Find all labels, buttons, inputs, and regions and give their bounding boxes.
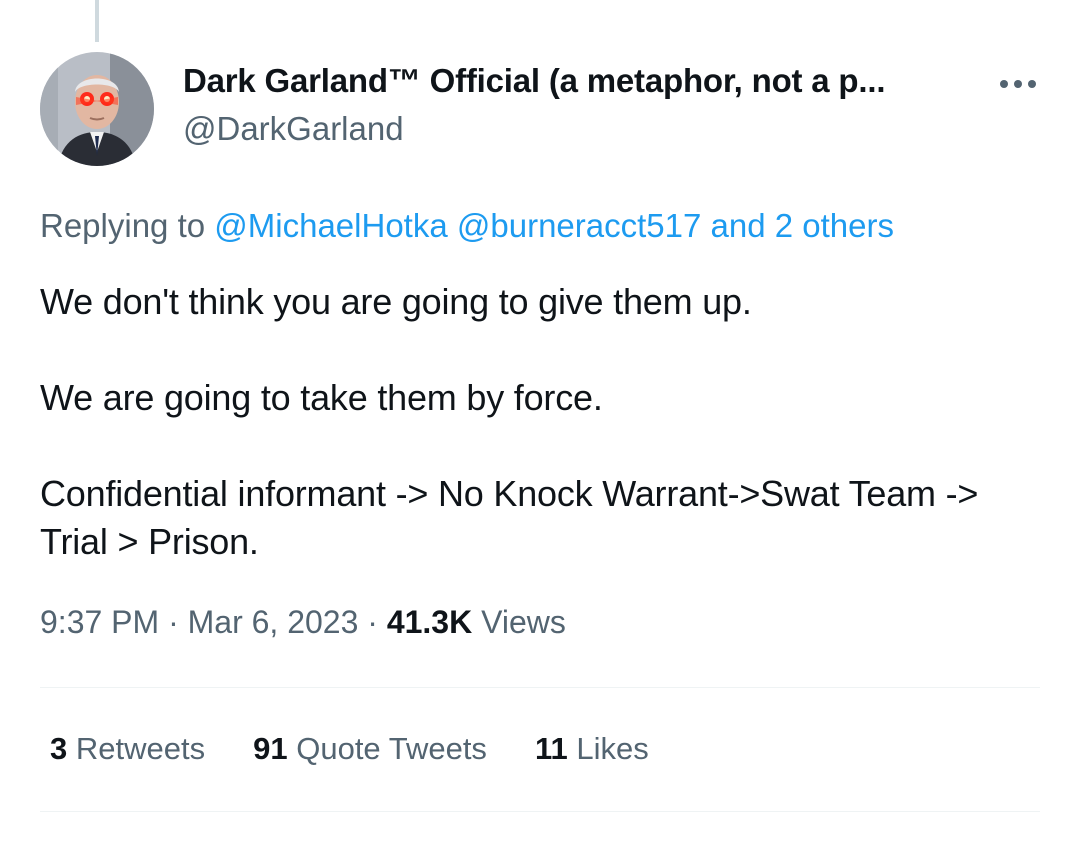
reply-context-prefix: Replying to bbox=[40, 207, 206, 244]
author-display-name[interactable]: Dark Garland™ Official (a metaphor, not … bbox=[183, 62, 885, 100]
meta-separator: · bbox=[367, 604, 378, 640]
reply-context: Replying to @MichaelHotka @burneracct517… bbox=[40, 207, 894, 245]
profile-photo-icon bbox=[40, 52, 154, 166]
retweets-stat[interactable]: 3 Retweets bbox=[50, 731, 205, 767]
quote-tweets-label: Quote Tweets bbox=[296, 731, 487, 766]
divider bbox=[40, 687, 1040, 688]
retweets-count: 3 bbox=[50, 731, 68, 766]
thread-connector-line bbox=[95, 0, 99, 42]
author-handle[interactable]: @DarkGarland bbox=[183, 110, 404, 148]
tweet-meta: 9:37 PM · Mar 6, 2023 · 41.3K Views bbox=[40, 604, 566, 641]
more-options-button[interactable] bbox=[992, 66, 1044, 102]
tweet-date[interactable]: Mar 6, 2023 bbox=[188, 604, 359, 640]
views-count: 41.3K bbox=[386, 604, 473, 640]
mention-link-burneracct517[interactable]: @burneracct517 bbox=[457, 207, 701, 244]
views-label: Views bbox=[481, 604, 566, 640]
more-horizontal-icon bbox=[1000, 80, 1036, 88]
likes-stat[interactable]: 11 Likes bbox=[535, 731, 649, 767]
tweet-text-line: We are going to take them by force. bbox=[40, 377, 603, 418]
likes-label: Likes bbox=[576, 731, 649, 766]
engagement-stats: 3 Retweets 91 Quote Tweets 11 Likes bbox=[50, 731, 649, 767]
avatar[interactable] bbox=[40, 52, 154, 166]
tweet-text-line: Confidential informant -> No Knock Warra… bbox=[40, 473, 979, 562]
tweet-body: We don't think you are going to give the… bbox=[40, 278, 1040, 566]
quote-tweets-count: 91 bbox=[253, 731, 288, 766]
quote-tweets-stat[interactable]: 91 Quote Tweets bbox=[253, 731, 487, 767]
tweet-text-line: We don't think you are going to give the… bbox=[40, 281, 752, 322]
mention-link-others[interactable]: and 2 others bbox=[711, 207, 894, 244]
divider bbox=[40, 811, 1040, 812]
mention-link-michaelhotka[interactable]: @MichaelHotka bbox=[214, 207, 447, 244]
retweets-label: Retweets bbox=[75, 731, 206, 766]
tweet-time[interactable]: 9:37 PM bbox=[40, 604, 159, 640]
likes-count: 11 bbox=[534, 731, 568, 766]
meta-separator: · bbox=[168, 604, 179, 640]
